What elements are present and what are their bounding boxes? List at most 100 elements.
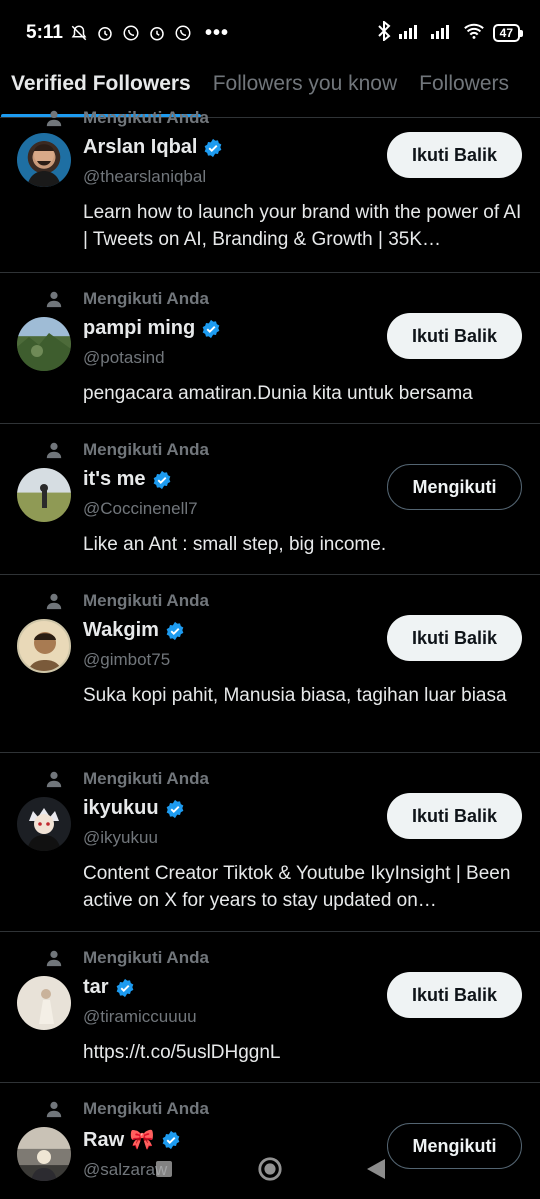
person-icon [46,771,62,788]
account-row: tar @tiramiccuuuu Ikuti Balik [83,970,522,1027]
bio: Suka kopi pahit, Manusia biasa, tagihan … [83,685,507,706]
avatar[interactable] [17,619,71,673]
display-name[interactable]: it's me [83,468,198,491]
account-row: Wakgim @gimbot75 Ikuti Balik [83,613,522,670]
handle[interactable]: @ikyukuu [83,828,185,848]
verified-badge-icon [166,621,184,640]
context-label: Mengikuti Anda [83,948,209,967]
bio: Like an Ant : small step, big income. [83,534,387,555]
back-button[interactable] [363,1156,389,1182]
bio: Learn how to launch your brand with the … [83,202,522,250]
display-name-text: it's me [83,468,146,490]
bio: https://t.co/5uslDHggnL [83,1042,281,1063]
display-name[interactable]: tar [83,976,197,999]
account-names: it's me @Coccinenell7 [83,462,198,519]
list-item[interactable]: Mengikuti Anda Arslan Iqbal @thearslaniq… [0,106,540,273]
whatsapp-icon-2 [173,23,193,43]
account-row: pampi ming @potasind Ikuti Balik [83,311,522,368]
account-row: Arslan Iqbal @thearslaniqbal Ikuti Balik [83,130,522,187]
handle[interactable]: @Coccinenell7 [83,499,198,519]
system-navigation-bar [0,1139,540,1199]
signal-icon-2 [430,23,455,44]
follow-back-button[interactable]: Ikuti Balik [387,313,522,359]
display-name-text: Wakgim [83,619,159,641]
avatar[interactable] [17,317,71,371]
alarm-icon-2 [147,23,167,43]
follower-list: Mengikuti Anda Arslan Iqbal @thearslaniq… [0,106,540,1199]
follow-back-button[interactable]: Ikuti Balik [387,972,522,1018]
following-button[interactable]: Mengikuti [387,464,522,510]
display-name[interactable]: Wakgim [83,619,185,642]
recents-button[interactable] [151,1156,177,1182]
home-button[interactable] [257,1156,283,1182]
status-left: 5:11 ••• [26,22,229,45]
person-icon [46,950,62,967]
signal-icon [398,23,423,44]
whatsapp-icon [121,23,141,43]
bio: pengacara amatiran.Dunia kita untuk bers… [83,383,473,404]
display-name[interactable]: Arslan Iqbal [83,136,223,159]
battery-indicator: 47 [492,24,524,42]
wifi-icon [463,22,485,45]
handle[interactable]: @thearslaniqbal [83,167,223,187]
display-name-text: tar [83,976,109,998]
list-item[interactable]: Mengikuti Anda ikyukuu @ikyukuu Ikuti Ba… [0,753,540,932]
avatar[interactable] [17,797,71,851]
bell-off-icon [69,23,89,43]
account-names: ikyukuu @ikyukuu [83,791,185,848]
clock: 5:11 [26,22,63,43]
more-notifications-icon: ••• [204,21,229,44]
status-right: 47 [377,19,524,46]
display-name[interactable]: pampi ming [83,317,221,340]
handle[interactable]: @tiramiccuuuu [83,1007,197,1027]
account-names: Arslan Iqbal @thearslaniqbal [83,130,223,187]
verified-badge-icon [153,470,170,489]
list-item[interactable]: Mengikuti Anda it's me @Coccinenell7 Men… [0,424,540,575]
display-name[interactable]: ikyukuu [83,797,185,820]
follows-you-context: Mengikuti Anda [46,946,522,970]
context-label: Mengikuti Anda [83,289,209,308]
display-name-text: ikyukuu [83,797,159,819]
follow-back-button[interactable]: Ikuti Balik [387,793,522,839]
handle[interactable]: @gimbot75 [83,650,185,670]
display-name-text: Arslan Iqbal [83,136,198,158]
follows-you-context: Mengikuti Anda [46,589,522,613]
handle[interactable]: @potasind [83,348,221,368]
follows-you-context: Mengikuti Anda [46,1097,522,1121]
context-label: Mengikuti Anda [83,108,209,127]
bluetooth-icon [377,19,391,46]
person-icon [46,442,62,459]
context-label: Mengikuti Anda [83,440,209,459]
alarm-icon [95,23,115,43]
account-names: Wakgim @gimbot75 [83,613,185,670]
context-label: Mengikuti Anda [83,769,209,788]
follow-back-button[interactable]: Ikuti Balik [387,615,522,661]
bio: Content Creator Tiktok & Youtube IkyInsi… [83,863,511,911]
verified-badge-icon [166,799,183,818]
avatar[interactable] [17,976,71,1030]
follows-you-context: Mengikuti Anda [46,438,522,462]
person-icon [46,291,62,308]
avatar[interactable] [17,468,71,522]
follows-you-context: Mengikuti Anda [46,767,522,791]
verified-badge-icon [202,319,220,338]
avatar[interactable] [17,133,71,187]
person-icon [46,1101,62,1118]
status-bar: 5:11 ••• 47 [0,0,540,66]
follow-back-button[interactable]: Ikuti Balik [387,132,522,178]
display-name-text: pampi ming [83,317,196,339]
verified-badge-icon [205,138,222,157]
person-icon [46,593,62,610]
list-item[interactable]: Mengikuti Anda Wakgim @gimbot75 Ikuti Ba… [0,575,540,753]
person-icon [46,110,62,127]
list-item[interactable]: Mengikuti Anda pampi ming @potasind Ikut… [0,273,540,424]
context-label: Mengikuti Anda [83,1099,209,1118]
verified-badge-icon [116,978,133,997]
context-label: Mengikuti Anda [83,591,209,610]
follows-you-context: Mengikuti Anda [46,287,522,311]
account-names: tar @tiramiccuuuu [83,970,197,1027]
account-names: pampi ming @potasind [83,311,221,368]
list-item[interactable]: Mengikuti Anda tar @tiramiccuuuu Ikuti B… [0,932,540,1083]
account-row: ikyukuu @ikyukuu Ikuti Balik [83,791,522,848]
account-row: it's me @Coccinenell7 Mengikuti [83,462,522,519]
